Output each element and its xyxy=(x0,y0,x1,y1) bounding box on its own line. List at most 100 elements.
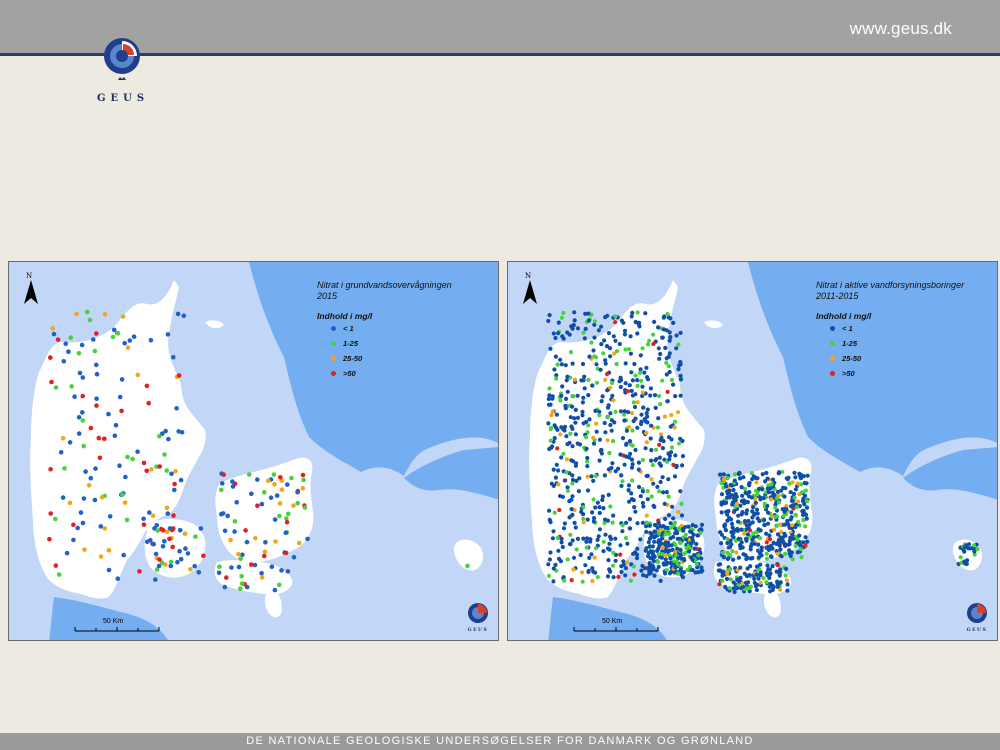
sample-point xyxy=(592,555,597,560)
legend-item: 1-25 xyxy=(317,336,497,351)
sample-point xyxy=(731,487,736,493)
sample-point xyxy=(649,494,654,499)
sample-point xyxy=(85,309,90,315)
sample-point xyxy=(744,491,749,496)
sample-point xyxy=(667,571,673,576)
sample-point xyxy=(644,430,649,436)
sample-point xyxy=(592,322,597,327)
sample-point xyxy=(804,505,810,510)
sample-point xyxy=(53,516,58,522)
sample-point xyxy=(594,429,599,434)
sample-point xyxy=(769,482,774,487)
sample-point xyxy=(762,522,767,528)
sample-point xyxy=(660,475,665,480)
sample-point xyxy=(259,571,264,576)
sample-point xyxy=(618,384,623,390)
sample-point xyxy=(613,338,618,343)
sample-point xyxy=(802,480,807,486)
sample-point xyxy=(754,572,759,577)
sample-point xyxy=(599,399,604,404)
sample-point xyxy=(734,550,739,555)
sample-point xyxy=(732,478,737,483)
sample-point xyxy=(654,447,659,452)
sample-point xyxy=(614,349,620,354)
sample-point xyxy=(623,347,628,352)
sample-point xyxy=(119,408,124,414)
sample-point xyxy=(593,505,598,510)
sample-point xyxy=(552,367,557,372)
sample-point xyxy=(656,325,661,330)
sample-point xyxy=(97,455,103,461)
sample-point xyxy=(669,437,674,442)
sample-point xyxy=(296,540,302,546)
sample-point xyxy=(249,491,254,497)
sample-point xyxy=(756,527,761,532)
legend-item: >50 xyxy=(816,366,996,381)
sample-point xyxy=(805,539,810,544)
sample-point xyxy=(596,328,601,333)
sample-point xyxy=(651,503,656,508)
sample-point xyxy=(591,435,596,440)
sample-point xyxy=(572,520,577,525)
sample-point xyxy=(605,313,610,318)
sample-point xyxy=(656,393,662,399)
sample-point xyxy=(764,540,769,545)
sample-point xyxy=(582,374,587,379)
sample-point xyxy=(633,447,638,453)
sample-point xyxy=(727,568,732,573)
sample-point xyxy=(259,575,265,580)
sample-point xyxy=(618,409,624,414)
sample-point xyxy=(962,545,967,550)
sample-point xyxy=(613,314,618,319)
sample-point xyxy=(785,582,790,587)
sample-point xyxy=(80,375,86,380)
sample-point xyxy=(769,497,774,502)
legend-dot-icon xyxy=(331,371,336,376)
sample-point xyxy=(673,531,678,536)
sample-point xyxy=(300,486,306,491)
sample-point xyxy=(82,547,87,552)
sample-point xyxy=(668,521,673,526)
sample-point xyxy=(176,429,181,434)
sample-point xyxy=(219,487,224,493)
sample-point xyxy=(696,553,701,558)
sample-point xyxy=(660,545,665,550)
sample-point xyxy=(629,314,634,319)
geus-logo: GEUS xyxy=(95,36,155,106)
sample-point xyxy=(671,320,676,325)
sample-point xyxy=(651,565,656,570)
sample-point xyxy=(631,564,636,569)
sample-point xyxy=(589,340,594,345)
sample-point xyxy=(75,525,80,531)
sample-point xyxy=(648,393,653,398)
sample-point xyxy=(630,393,635,398)
sample-point xyxy=(623,573,628,578)
sample-point xyxy=(115,576,121,581)
sample-point xyxy=(219,511,224,517)
sample-point xyxy=(560,334,565,339)
sample-point xyxy=(550,409,555,414)
sample-point xyxy=(743,499,748,504)
website-link[interactable]: www.geus.dk xyxy=(850,19,952,39)
legend-item-label: 25-50 xyxy=(343,354,363,363)
sample-point xyxy=(784,507,789,512)
sample-point xyxy=(106,411,111,417)
sample-point xyxy=(50,326,55,331)
sample-point xyxy=(228,537,233,543)
sample-point xyxy=(560,544,565,550)
sample-point xyxy=(652,539,657,544)
sample-point xyxy=(547,557,552,562)
sample-point xyxy=(564,378,569,383)
sample-point xyxy=(965,558,970,563)
sample-point xyxy=(636,460,641,465)
sample-point xyxy=(110,334,116,340)
sample-point xyxy=(726,491,731,496)
sample-point xyxy=(583,326,588,331)
sample-point xyxy=(786,475,791,480)
sample-point xyxy=(754,587,759,593)
sample-point xyxy=(584,446,589,451)
sample-point xyxy=(94,371,100,377)
sample-point xyxy=(563,363,568,368)
sample-point xyxy=(547,313,552,318)
sample-point xyxy=(144,468,149,474)
